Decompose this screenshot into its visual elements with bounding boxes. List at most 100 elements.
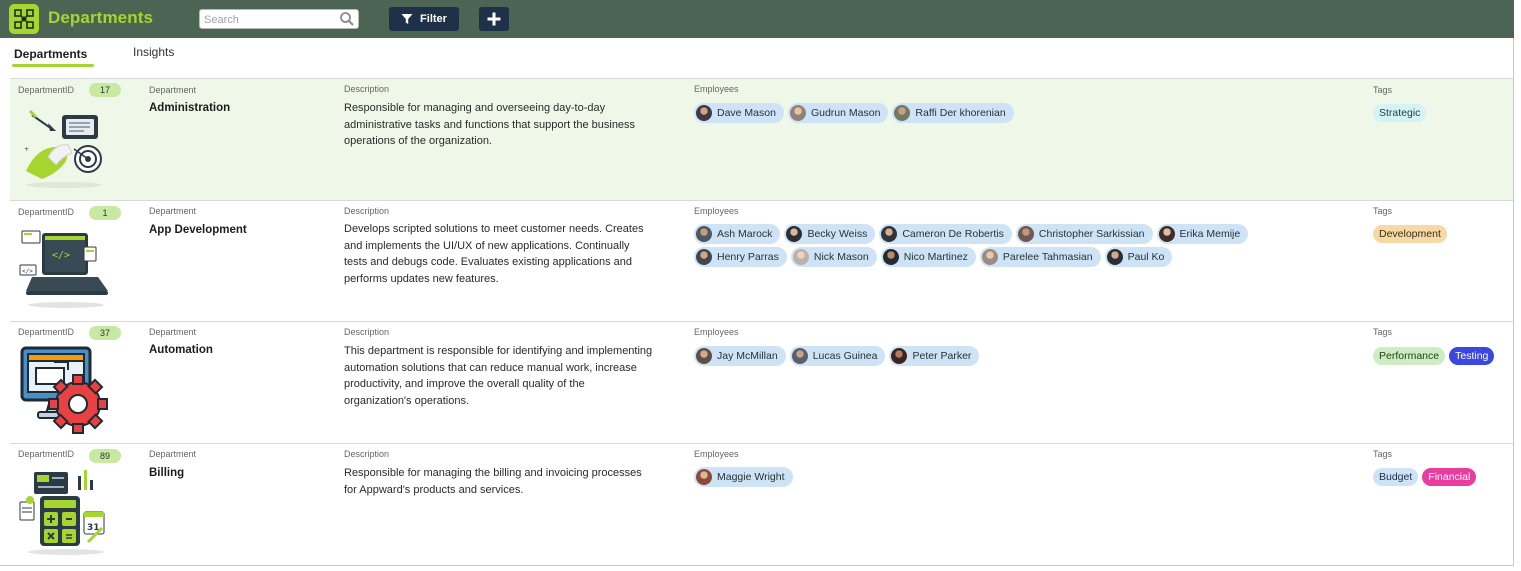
avatar: [791, 348, 808, 364]
employee-chip[interactable]: Erika Memije: [1156, 224, 1249, 244]
top-bar: Departments Filter: [0, 0, 1514, 38]
tags-label: Tags: [1373, 85, 1393, 95]
app-window: Departments Filter Departments Insights: [0, 0, 1514, 566]
department-id-label: DepartmentID: [18, 207, 75, 217]
department-id-badge: 17: [89, 83, 121, 97]
filter-button[interactable]: Filter: [389, 7, 459, 31]
department-description: Responsible for managing and overseeing …: [344, 102, 636, 147]
avatar: [981, 249, 998, 265]
avatar: [792, 249, 809, 265]
employee-chip[interactable]: Paul Ko: [1104, 247, 1173, 267]
search-icon[interactable]: [339, 11, 355, 27]
tag-list: Strategic: [1373, 104, 1427, 122]
tag-list: Budget Financial: [1373, 468, 1477, 486]
department-id-label: DepartmentID: [18, 85, 75, 95]
svg-text:</>: </>: [52, 250, 70, 261]
filter-icon: [401, 14, 413, 24]
department-id-badge: 37: [89, 326, 121, 340]
employee-chip[interactable]: Nick Mason: [790, 247, 877, 267]
employee-list: Maggie Wright: [694, 467, 1284, 487]
department-description: Responsible for managing the billing and…: [344, 467, 642, 496]
avatar: [891, 348, 908, 364]
tab-departments[interactable]: Departments: [14, 47, 87, 61]
svg-text:+: +: [24, 146, 29, 153]
avatar: [789, 105, 806, 121]
description-label: Description: [344, 206, 390, 216]
tag-testing[interactable]: Testing: [1449, 347, 1495, 365]
department-name: Administration: [149, 102, 231, 114]
employee-chip[interactable]: Dave Mason: [694, 103, 784, 123]
active-tab-indicator: [12, 64, 94, 67]
plus-icon: [487, 12, 501, 26]
description-label: Description: [344, 84, 390, 94]
department-id-label: DepartmentID: [18, 449, 75, 459]
employee-chip[interactable]: Cameron De Robertis: [879, 224, 1012, 244]
department-label: Department: [149, 85, 197, 95]
search-input[interactable]: [204, 12, 336, 27]
employee-chip[interactable]: Peter Parker: [889, 346, 980, 366]
employee-chip[interactable]: Henry Parras: [694, 247, 787, 267]
department-label: Department: [149, 449, 197, 459]
app-title: Departments: [48, 8, 154, 27]
target-darts-illustration: +: [24, 109, 102, 188]
monitor-gear-illustration: [20, 346, 108, 434]
avatar: [1158, 226, 1175, 242]
employee-chip[interactable]: Gudrun Mason: [787, 103, 889, 123]
employee-chip[interactable]: Nico Martinez: [880, 247, 976, 267]
employee-chip[interactable]: Lucas Guinea: [789, 346, 886, 366]
avatar: [786, 226, 803, 242]
tag-strategic[interactable]: Strategic: [1373, 104, 1427, 122]
employee-chip[interactable]: Christopher Sarkissian: [1015, 224, 1153, 244]
department-row[interactable]: DepartmentID 89 31 Department Billing De…: [10, 443, 1513, 565]
search-box[interactable]: [199, 9, 359, 29]
tab-insights[interactable]: Insights: [133, 45, 174, 59]
tag-budget[interactable]: Budget: [1373, 468, 1419, 486]
employee-list: Ash Marock Becky Weiss Cameron De Robert…: [694, 224, 1284, 267]
avatar: [882, 249, 899, 265]
tags-label: Tags: [1373, 206, 1393, 216]
avatar: [1017, 226, 1034, 242]
department-name: App Development: [149, 224, 247, 236]
department-description: This department is responsible for ident…: [344, 345, 653, 407]
department-list: DepartmentID 17 + Department Administrat…: [10, 78, 1513, 565]
avatar: [1106, 249, 1123, 265]
tags-label: Tags: [1373, 449, 1393, 459]
tag-list: Performance Testing: [1373, 347, 1495, 365]
tag-financial[interactable]: Financial: [1422, 468, 1477, 486]
employee-chip[interactable]: Parelee Tahmasian: [979, 247, 1101, 267]
tag-list: Development: [1373, 225, 1447, 243]
tag-development[interactable]: Development: [1373, 225, 1447, 243]
employees-label: Employees: [694, 84, 739, 94]
description-label: Description: [344, 449, 390, 459]
tag-performance[interactable]: Performance: [1373, 347, 1446, 365]
avatar: [696, 105, 712, 121]
department-row[interactable]: DepartmentID 17 + Department Administrat…: [10, 78, 1513, 200]
avatar: [696, 348, 712, 364]
avatar: [696, 469, 712, 485]
employees-label: Employees: [694, 206, 739, 216]
laptop-code-illustration: </> </>: [19, 230, 108, 308]
employees-label: Employees: [694, 327, 739, 337]
employee-chip[interactable]: Maggie Wright: [694, 467, 793, 487]
employee-chip[interactable]: Becky Weiss: [784, 224, 876, 244]
employee-chip[interactable]: Ash Marock: [694, 224, 781, 244]
svg-text:</>: </>: [22, 268, 33, 275]
employee-chip[interactable]: Jay McMillan: [694, 346, 786, 366]
department-row[interactable]: DepartmentID 1 </> </> Department App De…: [10, 200, 1513, 321]
department-name: Billing: [149, 467, 185, 479]
employee-list: Jay McMillan Lucas Guinea Peter Parker: [694, 346, 1284, 366]
department-description: Develops scripted solutions to meet cust…: [344, 223, 644, 285]
employee-list: Dave Mason Gudrun Mason Raffi Der khoren…: [694, 103, 1284, 123]
department-id-label: DepartmentID: [18, 327, 75, 337]
department-id-badge: 1: [89, 206, 121, 220]
description-label: Description: [344, 327, 390, 337]
filter-label: Filter: [420, 13, 447, 25]
department-id-badge: 89: [89, 449, 121, 463]
department-label: Department: [149, 327, 197, 337]
employee-chip[interactable]: Raffi Der khorenian: [892, 103, 1014, 123]
department-label: Department: [149, 206, 197, 216]
tags-label: Tags: [1373, 327, 1393, 337]
network-logo-icon[interactable]: [9, 4, 39, 34]
department-row[interactable]: DepartmentID 37 Department Automation De…: [10, 321, 1513, 443]
add-button[interactable]: [479, 7, 509, 31]
